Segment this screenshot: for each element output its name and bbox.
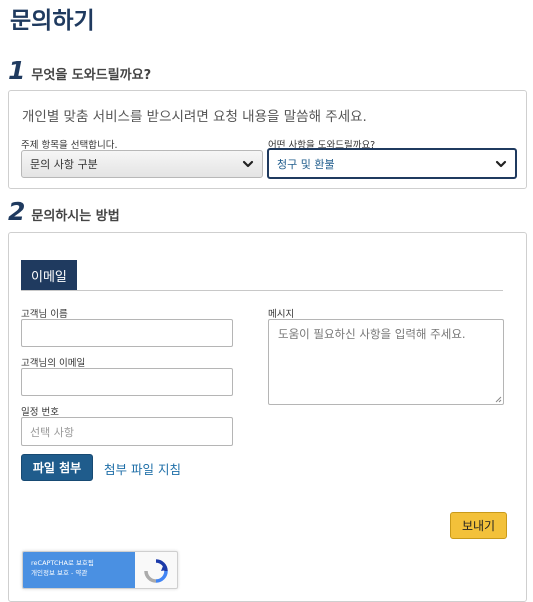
recaptcha-text: reCAPTCHA로 보호됨 개인정보 보호 - 약관: [23, 552, 135, 588]
chevron-down-icon: [242, 160, 254, 168]
help-select[interactable]: 청구 및 환불: [267, 148, 517, 179]
contact-method-panel: 이메일 고객님 이름 고객님의 이메일 일정 번호 선택 사항 메시지 도움이 …: [8, 232, 527, 602]
step-label: 문의하시는 방법: [31, 209, 120, 224]
step-2-heading: 2 문의하시는 방법: [8, 199, 120, 224]
step-number: 1: [8, 56, 26, 85]
attach-file-button[interactable]: 파일 첨부: [21, 454, 93, 481]
recaptcha-line-2: 개인정보 보호 - 약관: [31, 569, 88, 578]
name-field[interactable]: [21, 319, 233, 347]
recaptcha-badge[interactable]: reCAPTCHA로 보호됨 개인정보 보호 - 약관: [22, 551, 178, 589]
step-label: 무엇을 도와드릴까요?: [31, 68, 152, 83]
tab-divider: [21, 290, 503, 291]
help-topic-panel: 개인별 맞춤 서비스를 받으시려면 요청 내용을 말씀해 주세요. 주제 항목을…: [8, 90, 527, 189]
resize-handle-icon[interactable]: [494, 395, 502, 403]
recaptcha-line-1: reCAPTCHA로 보호됨: [31, 559, 94, 567]
chevron-down-icon: [495, 160, 507, 167]
attachment-guide-link[interactable]: 첨부 파일 지침: [104, 459, 181, 478]
page-title: 문의하기: [10, 8, 95, 34]
email-field[interactable]: [21, 368, 233, 396]
intro-text: 개인별 맞춤 서비스를 받으시려면 요청 내용을 말씀해 주세요.: [22, 109, 367, 125]
message-label: 메시지: [268, 309, 295, 320]
send-button[interactable]: 보내기: [450, 512, 507, 539]
topic-select-value: 문의 사항 구분: [30, 158, 98, 171]
topic-select[interactable]: 문의 사항 구분: [21, 150, 263, 178]
email-label: 고객님의 이메일: [21, 358, 86, 369]
topic-label: 주제 항목을 선택합니다.: [21, 140, 118, 151]
step-1-heading: 1 무엇을 도와드릴까요?: [8, 58, 151, 83]
itinerary-field[interactable]: 선택 사항: [21, 417, 233, 446]
recaptcha-icon: [144, 559, 168, 583]
itinerary-label: 일정 번호: [21, 407, 59, 418]
help-select-value: 청구 및 환불: [277, 157, 335, 171]
name-label: 고객님 이름: [21, 309, 68, 320]
message-placeholder: 도움이 필요하신 사항을 입력해 주세요.: [278, 327, 466, 341]
message-textarea[interactable]: 도움이 필요하신 사항을 입력해 주세요.: [268, 319, 504, 405]
step-number: 2: [8, 197, 26, 226]
tab-email[interactable]: 이메일: [21, 260, 77, 290]
